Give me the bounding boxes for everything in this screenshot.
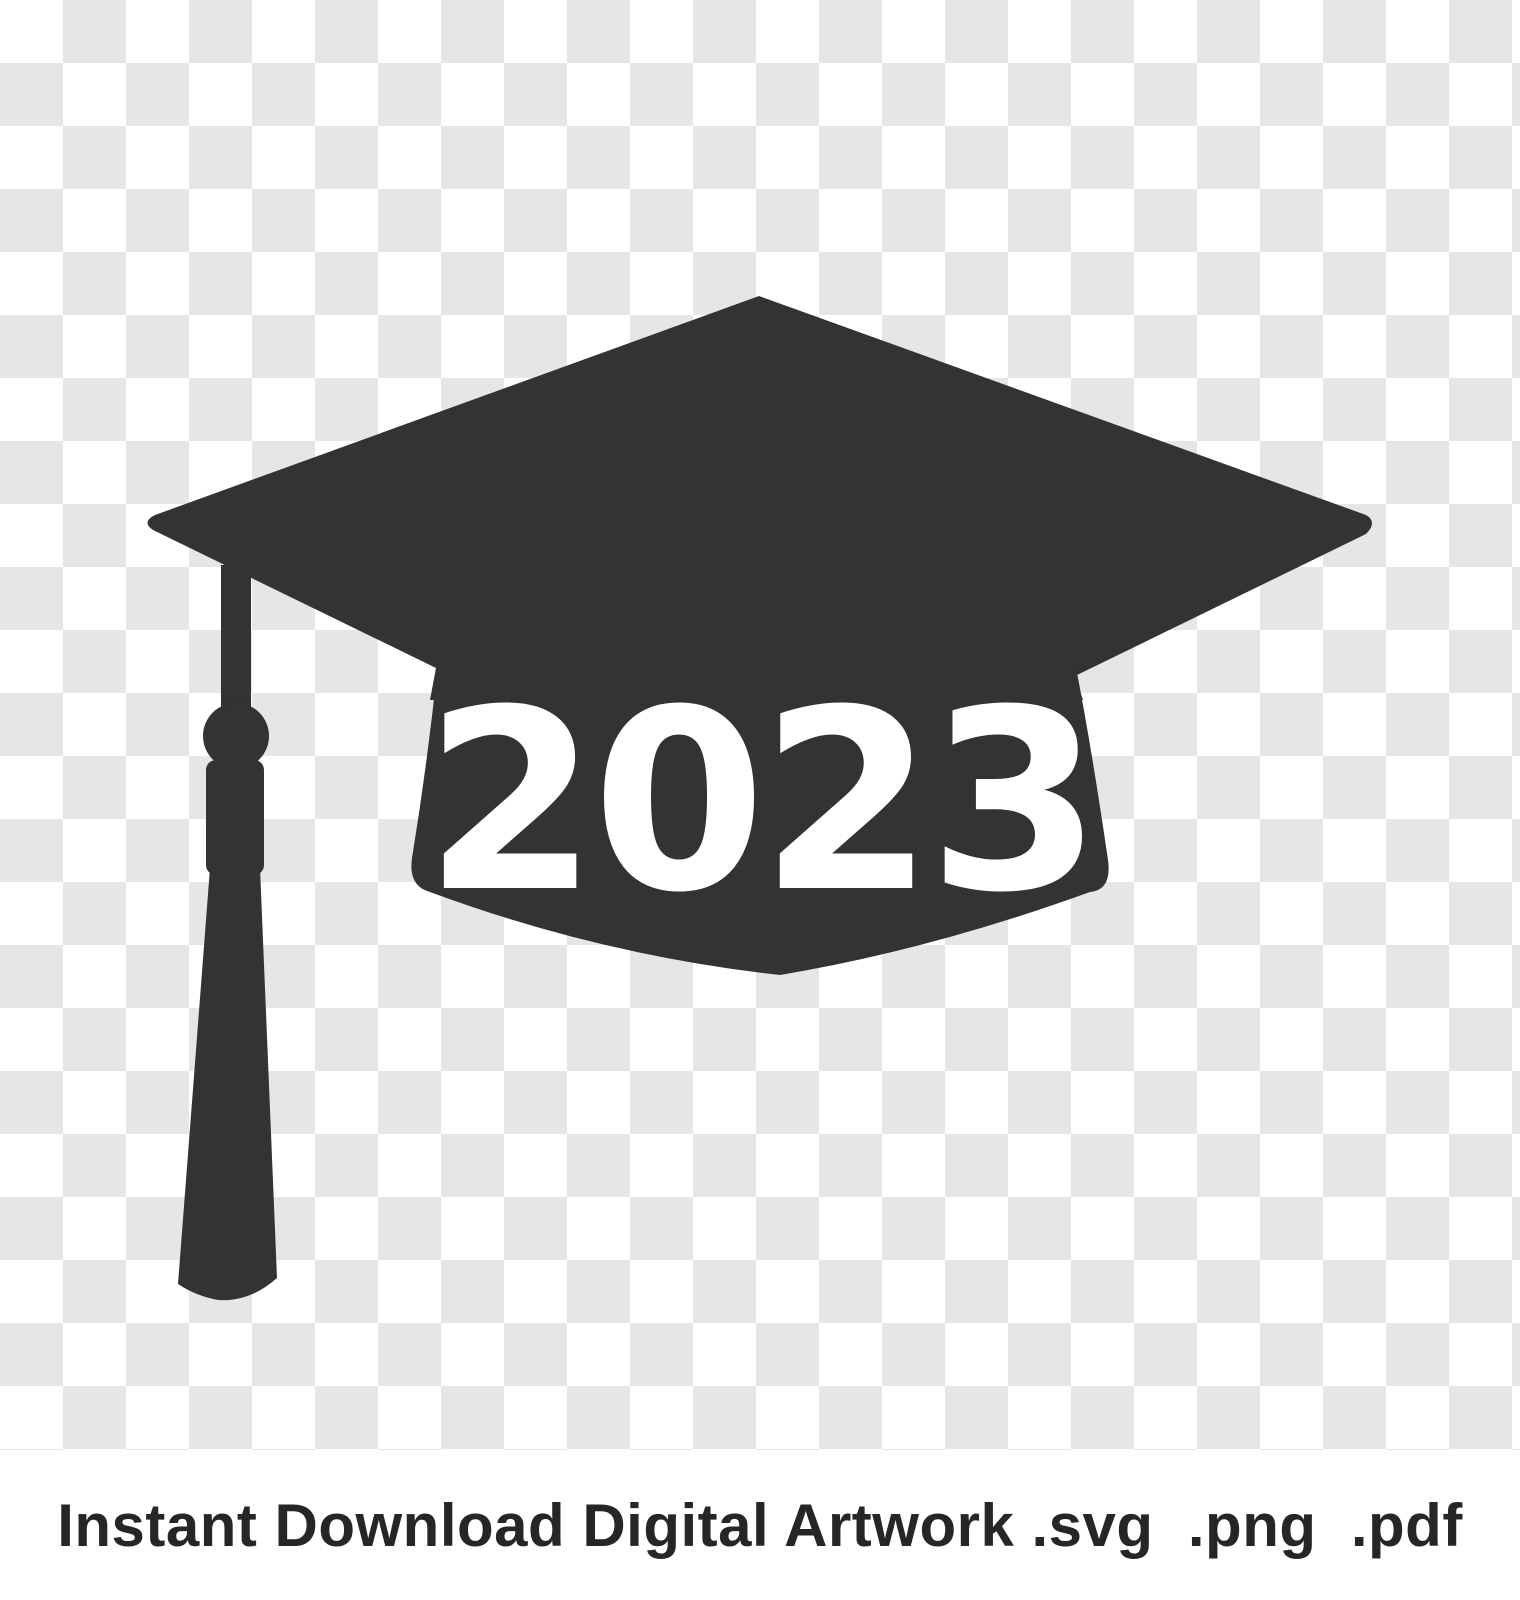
tassel-neck bbox=[206, 760, 264, 875]
mortarboard-top bbox=[147, 296, 1372, 700]
caption-text: Instant Download Digital Artwork .svg .p… bbox=[57, 1491, 1463, 1559]
product-preview: 2023 Instant Download Digital Artwork .s… bbox=[0, 0, 1520, 1600]
year-text: 2023 bbox=[424, 656, 1096, 947]
tassel-knot bbox=[203, 703, 269, 769]
tassel-fringe bbox=[178, 868, 277, 1301]
graduation-cap-icon: 2023 bbox=[147, 296, 1372, 1301]
tassel-cord bbox=[221, 565, 251, 725]
